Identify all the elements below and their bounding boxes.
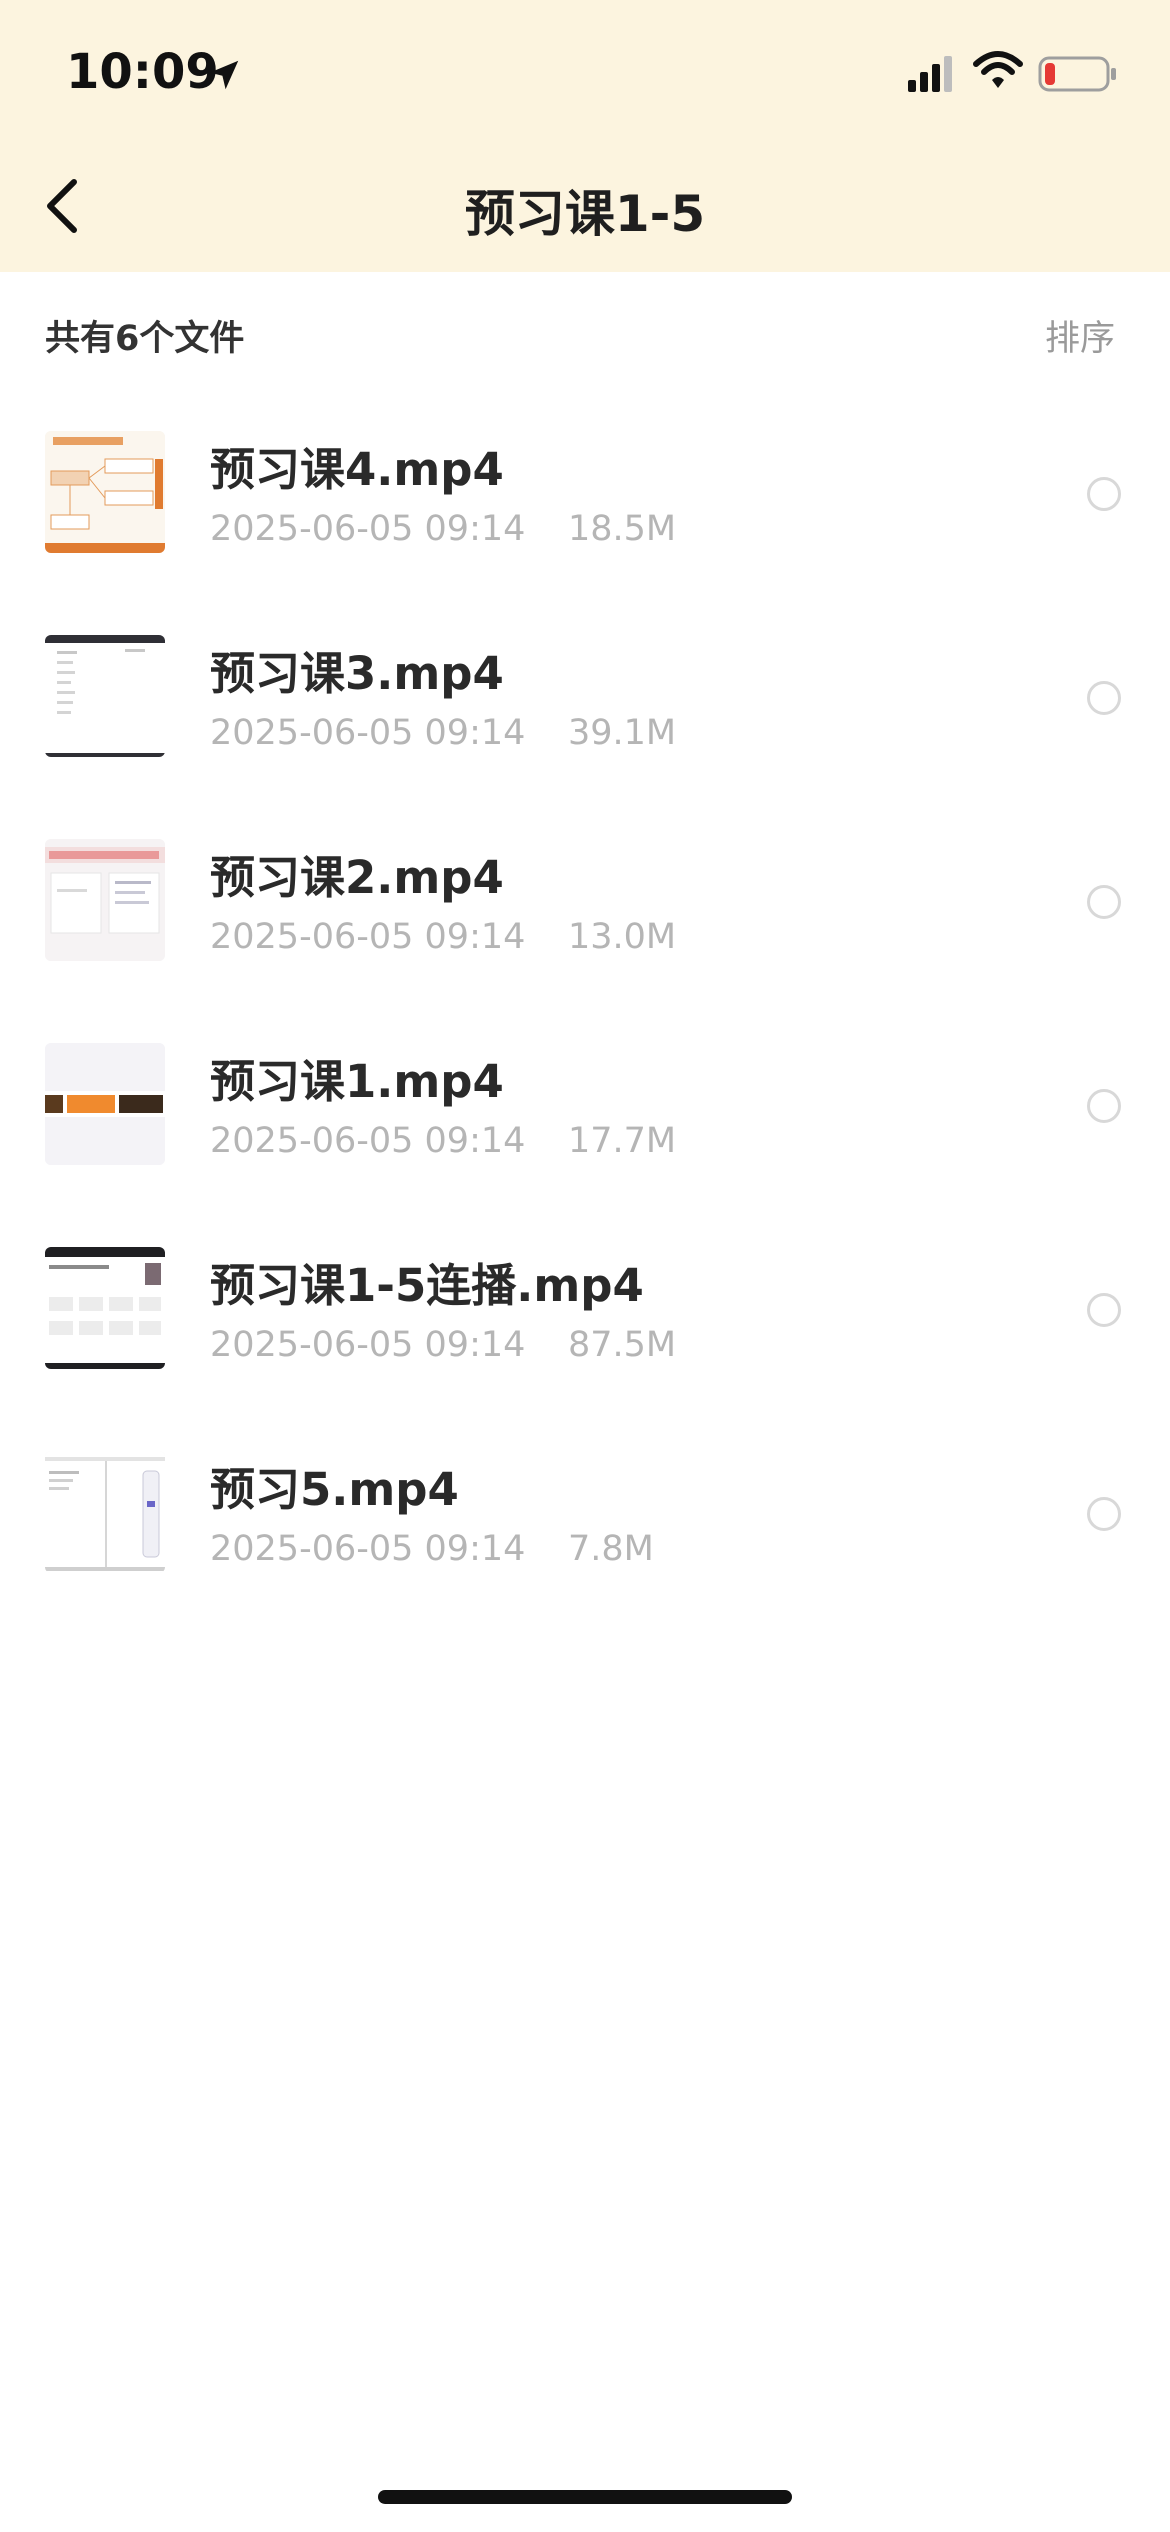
file-date: 2025-06-05 09:14: [210, 1529, 526, 1569]
file-name: 预习课2.mp4: [210, 851, 504, 904]
select-radio[interactable]: [1087, 1293, 1121, 1327]
file-row[interactable]: 预习课1-5连播.mp4 2025-06-05 09:14 87.5M: [0, 1211, 1170, 1415]
file-date: 2025-06-05 09:14: [210, 917, 526, 957]
file-date: 2025-06-05 09:14: [210, 1325, 526, 1365]
page-title: 预习课1-5: [464, 185, 706, 243]
file-date: 2025-06-05 09:14: [210, 1121, 526, 1161]
file-name: 预习5.mp4: [210, 1463, 459, 1516]
file-row[interactable]: 预习课2.mp4 2025-06-05 09:14 13.0M: [0, 803, 1170, 1007]
file-size: 18.5M: [568, 509, 677, 549]
status-time: 10:09: [66, 44, 219, 100]
location-arrow-icon: [209, 60, 239, 90]
file-count-label: 共有6个文件: [45, 319, 245, 359]
select-radio[interactable]: [1087, 885, 1121, 919]
video-thumbnail: [45, 1247, 165, 1369]
wifi-icon: [973, 51, 1023, 88]
video-thumbnail: [45, 839, 165, 961]
select-radio[interactable]: [1087, 1497, 1121, 1531]
file-row[interactable]: 预习课4.mp4 2025-06-05 09:14 18.5M: [0, 395, 1170, 599]
file-size: 17.7M: [568, 1121, 677, 1161]
select-radio[interactable]: [1087, 681, 1121, 715]
select-radio[interactable]: [1087, 477, 1121, 511]
select-radio[interactable]: [1087, 1089, 1121, 1123]
file-date: 2025-06-05 09:14: [210, 509, 526, 549]
file-row[interactable]: 预习5.mp4 2025-06-05 09:14 7.8M: [0, 1415, 1170, 1619]
file-name: 预习课1.mp4: [210, 1055, 504, 1108]
file-size: 87.5M: [568, 1325, 677, 1365]
battery-icon: [1038, 56, 1116, 92]
video-thumbnail: [45, 635, 165, 757]
file-size: 39.1M: [568, 713, 677, 753]
file-size: 13.0M: [568, 917, 677, 957]
file-size: 7.8M: [568, 1529, 654, 1569]
video-thumbnail: [45, 1043, 165, 1165]
file-row[interactable]: 预习课1.mp4 2025-06-05 09:14 17.7M: [0, 1007, 1170, 1211]
video-thumbnail: [45, 431, 165, 553]
file-date: 2025-06-05 09:14: [210, 713, 526, 753]
file-row[interactable]: 预习课3.mp4 2025-06-05 09:14 39.1M: [0, 599, 1170, 803]
file-name: 预习课4.mp4: [210, 443, 504, 496]
sort-button[interactable]: 排序: [1045, 310, 1115, 361]
file-name: 预习课3.mp4: [210, 647, 504, 700]
top-bar: 10:09 预习课1-5: [0, 0, 1170, 272]
file-name: 预习课1-5连播.mp4: [210, 1259, 644, 1312]
cellular-signal-icon: [908, 56, 952, 92]
video-thumbnail: [45, 1451, 165, 1573]
home-indicator: [378, 2490, 792, 2504]
